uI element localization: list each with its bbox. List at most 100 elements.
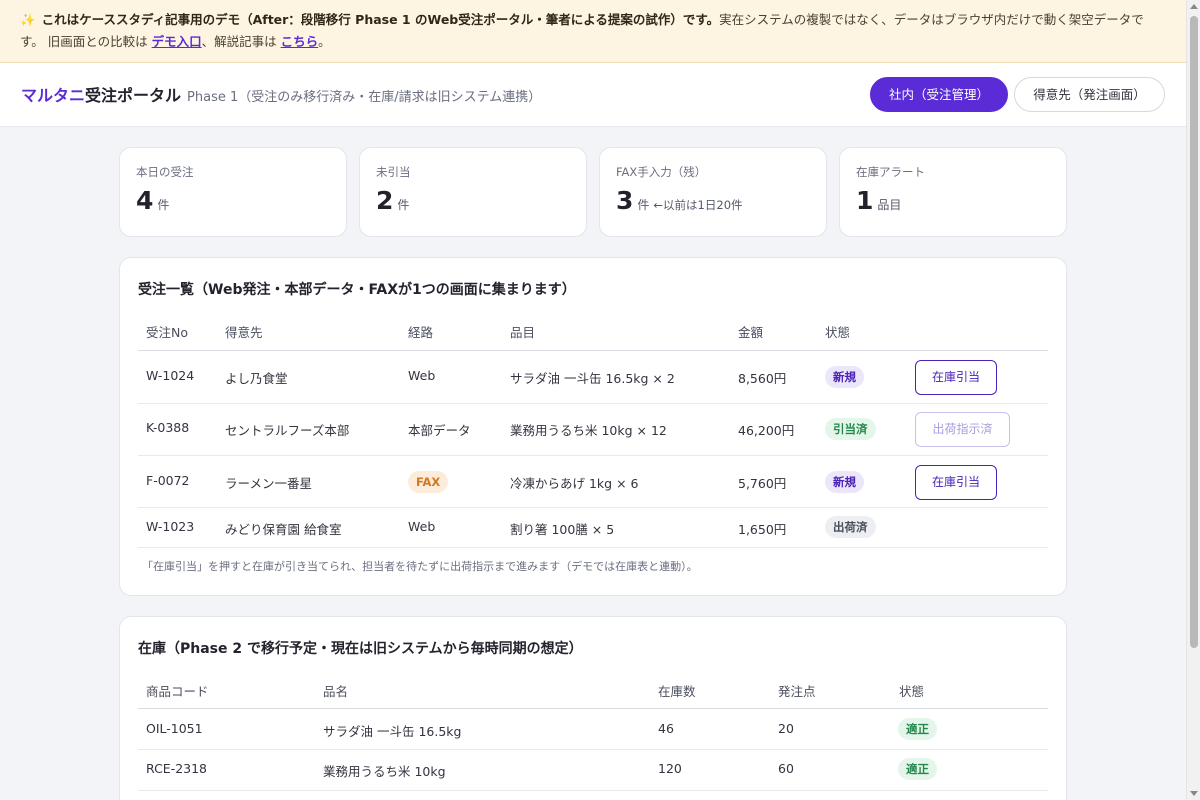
- table-row: K-0388 セントラルフーズ本部 本部データ 業務用うるち米 10kg × 1…: [138, 404, 1048, 456]
- order-no: K-0388: [146, 420, 190, 435]
- stat-label: FAX手入力（残）: [616, 165, 707, 179]
- stat-value: 4: [136, 186, 154, 215]
- allocate-stock-button[interactable]: 在庫引当: [915, 465, 997, 500]
- brand-accent: マルタニ: [21, 86, 86, 105]
- order-no: W-1023: [146, 519, 195, 534]
- order-no: W-1024: [146, 368, 195, 383]
- col-reorder-point: 発注点: [778, 684, 816, 699]
- status-badge: 新規: [825, 471, 864, 493]
- order-channel: Web: [408, 519, 436, 534]
- scroll-up-arrow-icon[interactable]: [1190, 4, 1198, 9]
- stock-count: 46: [658, 721, 674, 736]
- orders-header-row: 受注No 得意先 経路 品目 金額 状態: [138, 308, 1048, 350]
- channel-fax-badge: FAX: [408, 471, 449, 493]
- table-row: F-0072 ラーメン一番星 FAX 冷凍からあげ 1kg × 6 5,760円…: [138, 456, 1048, 508]
- orders-panel: 受注一覧（Web発注・本部データ・FAXが1つの画面に集まります） 受注No 得…: [119, 257, 1067, 596]
- stat-unit: 件: [637, 198, 650, 212]
- scrollbar-thumb[interactable]: [1190, 16, 1198, 648]
- inventory-table: 商品コード 品名 在庫数 発注点 状態 OIL-1051 サラダ油 一斗缶 16…: [138, 667, 1048, 800]
- stat-card-today-orders: 本日の受注 4件: [119, 147, 347, 237]
- phase-label: Phase 1（受注のみ移行済み・在庫/請求は旧システム連携）: [187, 90, 542, 105]
- col-channel: 経路: [408, 325, 434, 340]
- product-name: 業務用うるち米 10kg: [323, 764, 446, 779]
- status-badge: 引当済: [825, 418, 876, 440]
- stat-value: 2: [376, 186, 394, 215]
- order-channel: Web: [408, 368, 436, 383]
- orders-footnote: 「在庫引当」を押すと在庫が引き当てられ、担当者を待たずに出荷指示まで進みます（デ…: [142, 560, 698, 573]
- col-item: 品目: [510, 325, 536, 340]
- customer-view-button[interactable]: 得意先（発注画面）: [1014, 77, 1165, 112]
- col-order-no: 受注No: [146, 325, 188, 340]
- product-code: RCE-2318: [146, 761, 208, 776]
- order-item: 業務用うるち米 10kg × 12: [510, 423, 667, 438]
- stat-unit: 件: [157, 198, 170, 212]
- stat-unit: 品目: [877, 198, 902, 212]
- order-no: F-0072: [146, 473, 190, 488]
- col-product-code: 商品コード: [146, 684, 209, 699]
- demo-banner: ✨ これはケーススタディ記事用のデモ（After：段階移行 Phase 1 のWe…: [0, 0, 1186, 63]
- reorder-point: 20: [778, 721, 794, 736]
- order-customer: ラーメン一番星: [225, 476, 313, 491]
- stat-unit: 件: [397, 198, 410, 212]
- orders-title: 受注一覧（Web発注・本部データ・FAXが1つの画面に集まります）: [138, 282, 576, 298]
- order-channel: 本部データ: [408, 423, 471, 438]
- status-badge: 適正: [898, 758, 937, 780]
- page-scrollbar[interactable]: [1186, 0, 1200, 800]
- stat-label: 本日の受注: [136, 165, 194, 179]
- demo-entry-link[interactable]: デモ入口: [152, 34, 202, 49]
- shipping-ordered-button: 出荷指示済: [915, 412, 1010, 447]
- divider: [138, 790, 1048, 791]
- order-item: 冷凍からあげ 1kg × 6: [510, 476, 639, 491]
- stat-label: 未引当: [376, 165, 411, 179]
- stock-count: 120: [658, 761, 682, 776]
- col-inventory-status: 状態: [899, 684, 925, 699]
- stat-value: 1: [856, 186, 874, 215]
- sparkle-icon: ✨: [20, 12, 36, 27]
- table-row: OIL-1051 サラダ油 一斗缶 16.5kg 46 20 適正: [138, 709, 1048, 750]
- inventory-panel: 在庫（Phase 2 で移行予定・現在は旧システムから毎時同期の想定） 商品コー…: [119, 616, 1067, 800]
- status-badge: 出荷済: [825, 516, 876, 538]
- order-customer: セントラルフーズ本部: [225, 423, 350, 438]
- order-item: サラダ油 一斗缶 16.5kg × 2: [510, 371, 675, 386]
- order-item: 割り箸 100膳 × 5: [510, 522, 615, 537]
- table-row: RCE-2318 業務用うるち米 10kg 120 60 適正: [138, 750, 1048, 791]
- col-customer: 得意先: [225, 325, 263, 340]
- banner-lead: これはケーススタディ記事用のデモ（After：段階移行 Phase 1 のWeb…: [41, 12, 720, 27]
- stat-card-stock-alert: 在庫アラート 1 品目: [839, 147, 1067, 237]
- banner-suffix: 。: [318, 34, 331, 49]
- product-name: サラダ油 一斗缶 16.5kg: [323, 724, 462, 739]
- inventory-header-row: 商品コード 品名 在庫数 発注点 状態: [138, 667, 1048, 709]
- order-amount: 5,760円: [738, 476, 787, 491]
- stat-card-unallocated: 未引当 2件: [359, 147, 587, 237]
- banner-compare-prefix: 旧画面との比較は: [47, 34, 148, 49]
- product-code: OIL-1051: [146, 721, 203, 736]
- col-amount: 金額: [738, 325, 764, 340]
- col-product-name: 品名: [323, 684, 349, 699]
- reorder-point: 60: [778, 761, 794, 776]
- table-row: W-1024 よし乃食堂 Web サラダ油 一斗缶 16.5kg × 2 8,5…: [138, 351, 1048, 403]
- article-link[interactable]: こちら: [281, 34, 319, 49]
- stat-label: 在庫アラート: [856, 165, 925, 179]
- internal-view-button[interactable]: 社内（受注管理）: [870, 77, 1008, 112]
- order-amount: 8,560円: [738, 371, 787, 386]
- allocate-stock-button[interactable]: 在庫引当: [915, 360, 997, 395]
- stat-value: 3: [616, 186, 634, 215]
- divider: [138, 547, 1048, 548]
- app-header: マルタニ受注ポータル Phase 1（受注のみ移行済み・在庫/請求は旧システム連携…: [0, 63, 1186, 127]
- orders-table: 受注No 得意先 経路 品目 金額 状態 W-1024 よし乃食堂 Web サラ…: [138, 308, 1048, 558]
- status-badge: 適正: [898, 718, 937, 740]
- banner-article-prefix: 、解説記事は: [201, 34, 277, 49]
- app-brand: マルタニ受注ポータル Phase 1（受注のみ移行済み・在庫/請求は旧システム連携…: [21, 82, 541, 106]
- order-amount: 1,650円: [738, 522, 787, 537]
- stat-note: ←以前は1日20件: [653, 198, 743, 212]
- inventory-title: 在庫（Phase 2 で移行予定・現在は旧システムから毎時同期の想定）: [138, 641, 583, 657]
- col-stock: 在庫数: [658, 684, 696, 699]
- stat-card-fax-remaining: FAX手入力（残） 3 件 ←以前は1日20件: [599, 147, 827, 237]
- col-status: 状態: [825, 325, 851, 340]
- order-amount: 46,200円: [738, 423, 795, 438]
- order-customer: みどり保育園 給食室: [225, 522, 342, 537]
- scroll-down-arrow-icon[interactable]: [1190, 791, 1198, 796]
- brand-title: 受注ポータル: [85, 86, 182, 105]
- order-customer: よし乃食堂: [225, 371, 288, 386]
- status-badge: 新規: [825, 366, 864, 388]
